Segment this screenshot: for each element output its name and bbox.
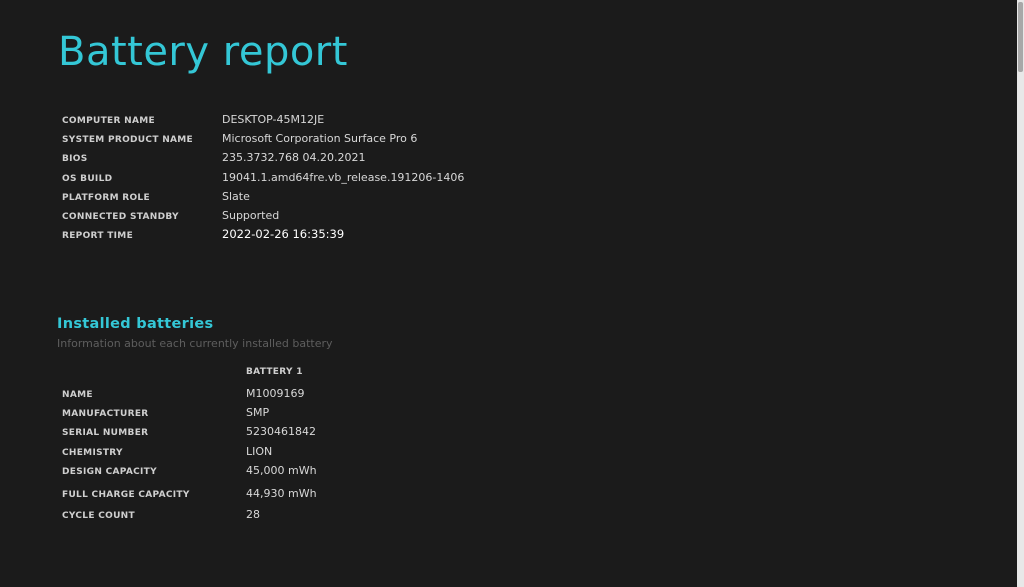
battery-report-page: Battery report COMPUTER NAME DESKTOP-45M… <box>0 0 1024 587</box>
info-row-os-build: OS BUILD 19041.1.amd64fre.vb_release.191… <box>62 166 464 185</box>
scrollbar-thumb[interactable] <box>1018 2 1023 72</box>
battery-value-cycle-count: 28 <box>246 508 260 522</box>
battery-value-full-charge-capacity: 44,930 mWh <box>246 486 317 500</box>
info-label: COMPUTER NAME <box>62 116 155 127</box>
info-label: REPORT TIME <box>62 231 134 242</box>
table-row: DESIGN CAPACITY 45,000 mWh <box>62 459 317 478</box>
battery-value-serial-number: 5230461842 <box>246 425 316 439</box>
info-value: Supported <box>222 209 280 223</box>
installed-batteries-heading: Installed batteries <box>57 316 214 332</box>
info-label: SYSTEM PRODUCT NAME <box>62 135 193 146</box>
table-row: NAME M1009169 <box>62 382 317 401</box>
battery-label-chemistry: CHEMISTRY <box>62 447 123 458</box>
battery-value-design-capacity: 45,000 mWh <box>246 463 317 477</box>
installed-batteries-subtitle: Information about each currently install… <box>57 337 333 350</box>
page-title: Battery report <box>58 29 348 75</box>
info-value: 19041.1.amd64fre.vb_release.191206-1406 <box>222 170 465 184</box>
battery-label-name: NAME <box>62 390 93 401</box>
battery-value-manufacturer: SMP <box>246 406 270 420</box>
info-value: 2022-02-26 16:35:39 <box>222 227 345 242</box>
battery-label-cycle-count: CYCLE COUNT <box>62 511 135 522</box>
info-value: 235.3732.768 04.20.2021 <box>222 151 366 165</box>
battery-label-design-capacity: DESIGN CAPACITY <box>62 466 157 477</box>
battery-value-name: M1009169 <box>246 387 305 401</box>
info-row-report-time: REPORT TIME 2022-02-26 16:35:39 <box>62 223 464 242</box>
battery-value-chemistry: LION <box>246 444 273 458</box>
battery-label-serial-number: SERIAL NUMBER <box>62 428 149 439</box>
info-value: DESKTOP-45M12JE <box>222 113 325 127</box>
battery-column-header: BATTERY 1 <box>246 367 303 377</box>
battery-label-full-charge-capacity: FULL CHARGE CAPACITY <box>62 489 190 500</box>
info-row-platform-role: PLATFORM ROLE Slate <box>62 185 464 204</box>
info-value: Microsoft Corporation Surface Pro 6 <box>222 132 418 146</box>
battery-label-manufacturer: MANUFACTURER <box>62 409 149 420</box>
info-label: BIOS <box>62 154 88 165</box>
installed-batteries-table: NAME M1009169 MANUFACTURER SMP SERIAL NU… <box>62 382 317 522</box>
table-row: CHEMISTRY LION <box>62 440 317 459</box>
info-value: Slate <box>222 189 250 203</box>
system-info-table: COMPUTER NAME DESKTOP-45M12JE SYSTEM PRO… <box>62 108 464 242</box>
info-label: CONNECTED STANDBY <box>62 212 179 223</box>
table-row: CYCLE COUNT 28 <box>62 503 317 522</box>
info-row-bios: BIOS 235.3732.768 04.20.2021 <box>62 146 464 165</box>
table-row: MANUFACTURER SMP <box>62 401 317 420</box>
info-row-system-product-name: SYSTEM PRODUCT NAME Microsoft Corporatio… <box>62 127 464 146</box>
info-row-connected-standby: CONNECTED STANDBY Supported <box>62 204 464 223</box>
table-row: SERIAL NUMBER 5230461842 <box>62 420 317 439</box>
vertical-scrollbar[interactable] <box>1017 0 1024 587</box>
info-label: OS BUILD <box>62 173 113 184</box>
table-row: FULL CHARGE CAPACITY 44,930 mWh <box>62 478 317 503</box>
info-label: PLATFORM ROLE <box>62 192 150 203</box>
info-row-computer-name: COMPUTER NAME DESKTOP-45M12JE <box>62 108 464 127</box>
